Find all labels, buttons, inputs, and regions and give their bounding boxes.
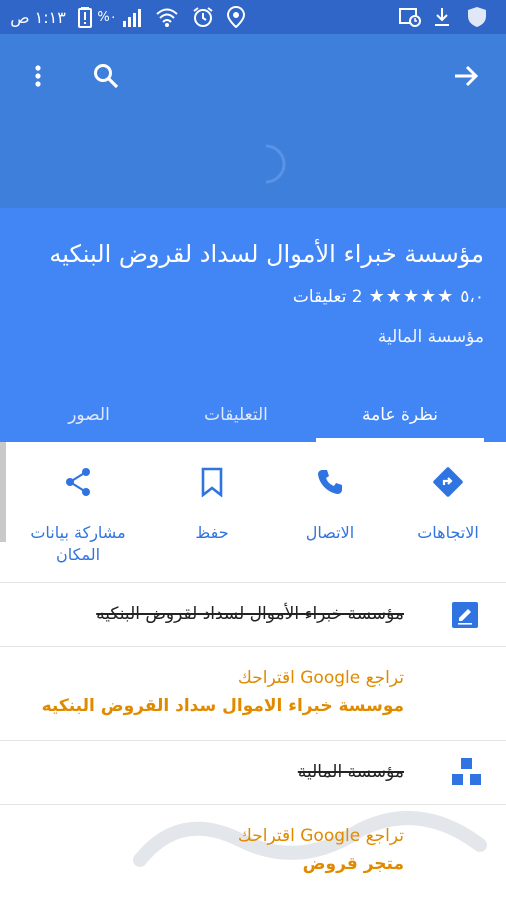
directions-icon (433, 462, 463, 502)
phone-icon (316, 462, 344, 502)
share-label: مشاركة بيانات المكان (30, 523, 126, 564)
arrow-forward-icon (455, 65, 479, 87)
old-category-text: مؤسسة المالية (297, 762, 404, 782)
call-button[interactable]: الاتصال (270, 462, 390, 544)
old-name-text: مؤسسة خبراء الأموال لسداد لقروض البنكيه (96, 604, 404, 624)
place-category: مؤسسة المالية (377, 327, 484, 347)
save-button[interactable]: حفظ (152, 462, 272, 544)
tab-bar: نظرة عامة التعليقات الصور (0, 388, 506, 442)
status-time: ١:١٣ ص (10, 7, 66, 27)
screenshot-notification-icon (396, 0, 424, 34)
search-icon (94, 64, 119, 89)
place-title: مؤسسة خبراء الأموال لسداد لقروض البنكيه (49, 240, 484, 268)
rating-row[interactable]: ٥،٠ ★★★★★ 2 تعليقات (293, 286, 484, 307)
reviews-count: 2 تعليقات (292, 286, 363, 307)
battery-icon (74, 0, 96, 34)
directions-button[interactable]: الاتجاهات (388, 462, 506, 544)
save-label: حفظ (195, 523, 229, 542)
divider (0, 582, 506, 583)
actions-row: الاتجاهات الاتصال حفظ مشاركة بيانات المك… (0, 442, 506, 582)
more-vert-icon (35, 65, 41, 87)
divider (0, 740, 506, 741)
wifi-icon (152, 0, 182, 34)
bookmark-icon (200, 462, 224, 502)
location-icon (222, 0, 250, 34)
place-info-panel: مؤسسة خبراء الأموال لسداد لقروض البنكيه … (0, 208, 506, 442)
alarm-icon (188, 0, 218, 34)
share-icon (64, 462, 92, 502)
tab-overview[interactable]: نظرة عامة (316, 388, 484, 442)
share-button[interactable]: مشاركة بيانات المكان (18, 462, 138, 566)
back-button[interactable] (444, 54, 488, 98)
loading-spinner-icon (248, 138, 288, 188)
shield-icon (462, 0, 492, 34)
tab-photos[interactable]: الصور (6, 388, 172, 442)
rating-value: ٥،٠ (460, 286, 484, 307)
signal-icon (120, 0, 146, 34)
edit-icon (452, 602, 478, 632)
category-suggestion-header: تراجع Google اقتراحك (237, 826, 404, 846)
tab-reviews[interactable]: التعليقات (152, 388, 320, 442)
divider (0, 646, 506, 647)
name-suggestion-value: موسسة خبراء الاموال سداد القروض البنكيه (41, 696, 404, 716)
name-suggestion-header: تراجع Google اقتراحك (237, 668, 404, 688)
rating-stars: ★★★★★ (368, 286, 455, 307)
call-label: الاتصال (305, 523, 355, 542)
place-header (0, 34, 506, 208)
search-button[interactable] (84, 54, 128, 98)
download-icon (428, 0, 456, 34)
status-bar: ١:١٣ ص %٠ (0, 0, 506, 34)
battery-percent: %٠ (97, 9, 117, 25)
category-suggestion-value: متجر قروض (302, 854, 404, 874)
more-options-button[interactable] (16, 54, 60, 98)
category-icon (452, 758, 482, 792)
directions-label: الاتجاهات (417, 523, 479, 542)
